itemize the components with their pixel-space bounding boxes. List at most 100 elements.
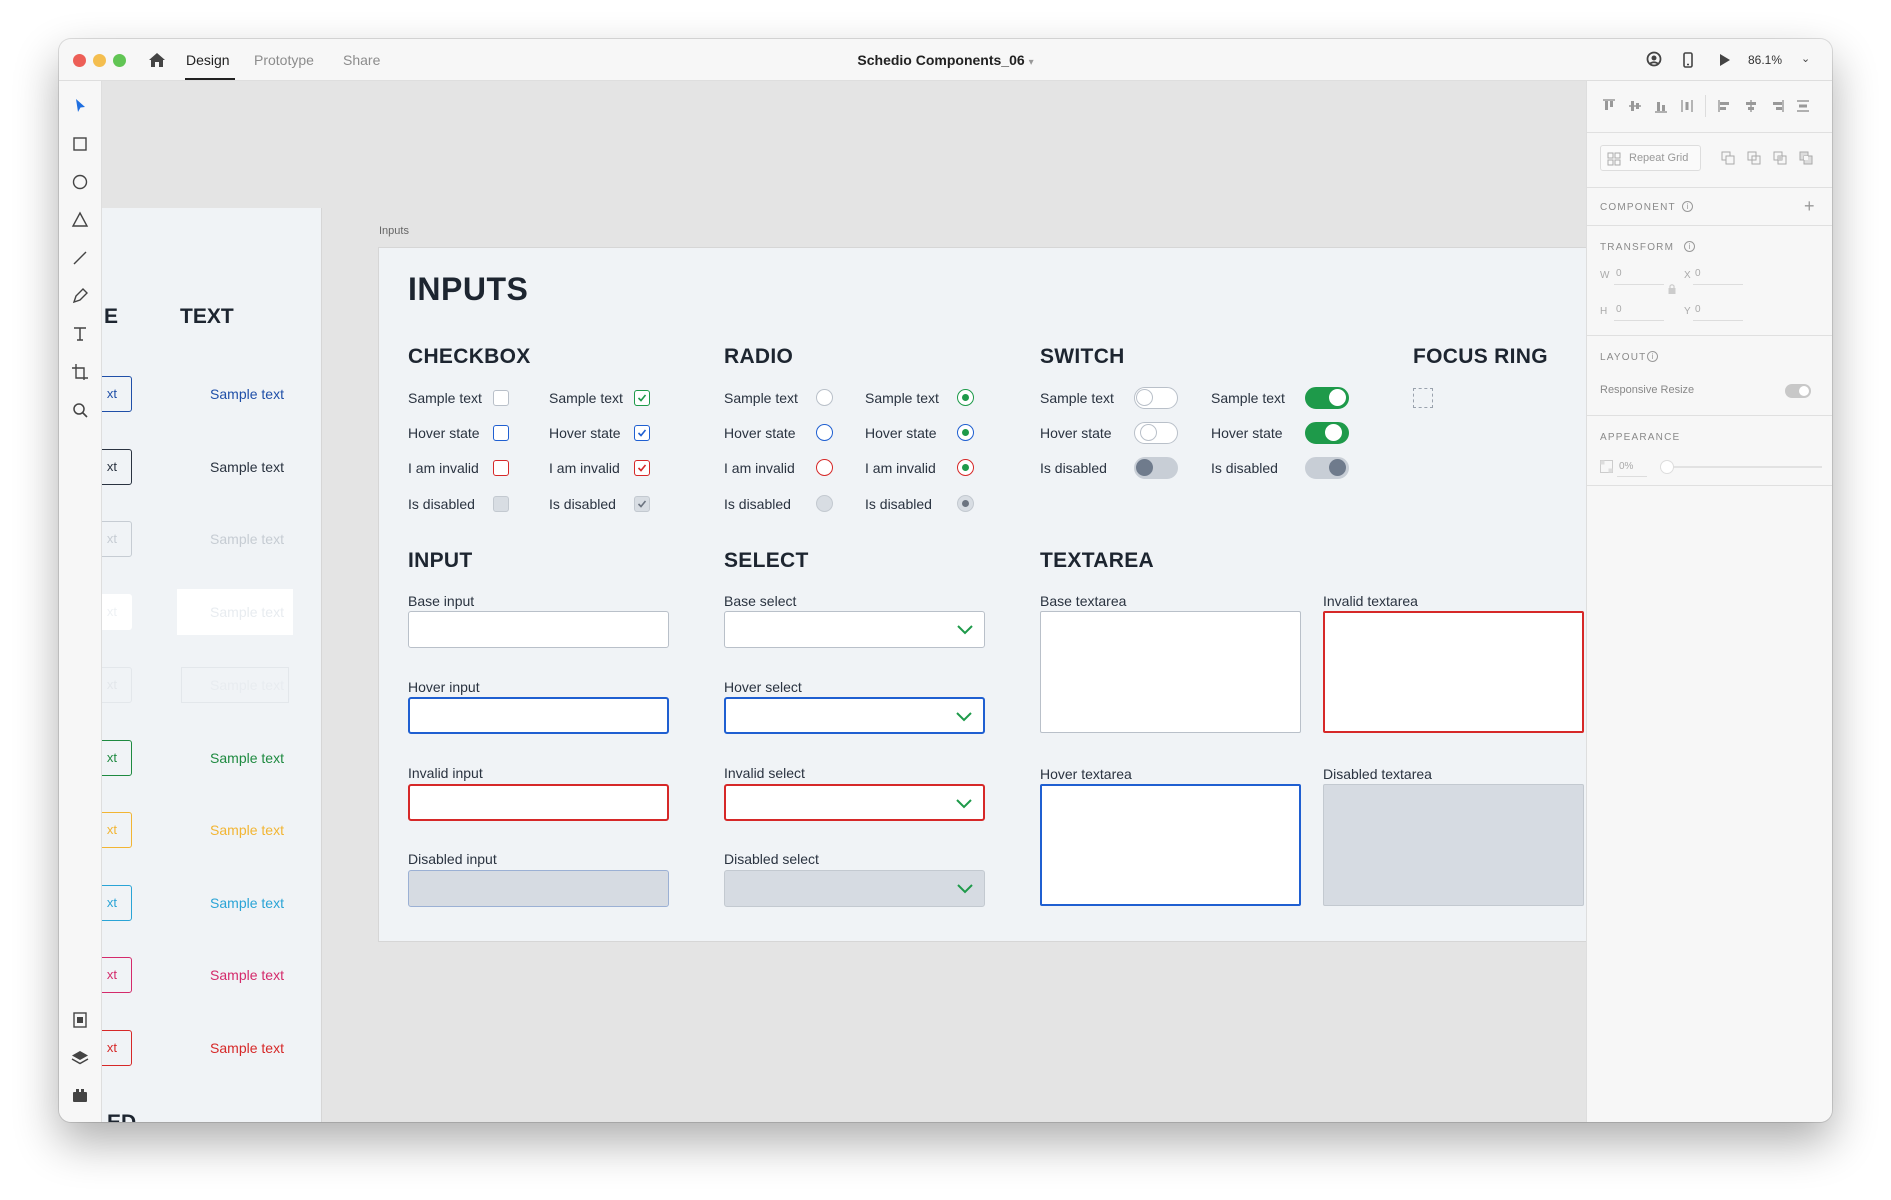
left-artboard-button: xt — [102, 594, 132, 630]
info-icon[interactable]: i — [1647, 351, 1658, 362]
radio-hover[interactable] — [816, 424, 833, 441]
component-section: COMPONENT i + — [1587, 188, 1832, 226]
y-value[interactable]: 0 — [1695, 304, 1701, 315]
component-title: COMPONENT — [1600, 202, 1676, 213]
opacity-value[interactable]: 0% — [1619, 461, 1633, 472]
radio-selected[interactable] — [957, 389, 974, 406]
boolean-add-icon[interactable] — [1720, 150, 1736, 166]
opacity-slider-track[interactable] — [1662, 466, 1822, 468]
y-field-underline — [1693, 320, 1743, 321]
align-top-icon[interactable] — [1601, 98, 1617, 114]
checkbox-checked-invalid[interactable] — [634, 460, 650, 476]
width-value[interactable]: 0 — [1616, 268, 1622, 279]
switch-off[interactable] — [1134, 387, 1178, 409]
plugins-icon[interactable] — [69, 1085, 91, 1107]
hover-input[interactable] — [408, 697, 669, 734]
checkbox-invalid[interactable] — [493, 460, 509, 476]
align-bottom-icon[interactable] — [1653, 98, 1669, 114]
assets-icon[interactable] — [69, 1009, 91, 1031]
device-preview-icon[interactable] — [1678, 50, 1698, 70]
ellipse-tool-icon[interactable] — [69, 171, 91, 193]
select-label: Disabled select — [724, 851, 819, 867]
hover-select[interactable] — [724, 697, 985, 734]
radio-label: Sample text — [865, 390, 939, 406]
user-icon[interactable] — [1644, 50, 1664, 70]
zoom-level[interactable]: 86.1% — [1748, 53, 1782, 67]
radio-selected-hover[interactable] — [957, 424, 974, 441]
align-left-icon[interactable] — [1717, 98, 1733, 114]
text-sample: Sample text — [210, 677, 284, 693]
height-value[interactable]: 0 — [1616, 304, 1622, 315]
inputs-artboard[interactable]: INPUTS CHECKBOX Sample text Hover state … — [378, 247, 1589, 942]
chevron-down-icon — [957, 625, 973, 635]
chevron-down-icon[interactable]: ⌄ — [1801, 52, 1810, 65]
switch-label: Sample text — [1040, 390, 1114, 406]
document-title[interactable]: Schedio Components_06 ▾ — [59, 52, 1832, 68]
left-artboard-button: xt — [102, 812, 132, 848]
radio-selected-disabled — [957, 495, 974, 512]
repeat-grid-section: Repeat Grid — [1587, 133, 1832, 188]
info-icon[interactable]: i — [1682, 201, 1693, 212]
tools-toolbar — [59, 81, 102, 1122]
align-middle-icon[interactable] — [1627, 98, 1643, 114]
checkbox-hover[interactable] — [493, 425, 509, 441]
boolean-subtract-icon[interactable] — [1746, 150, 1762, 166]
switch-on-hover[interactable] — [1305, 422, 1349, 444]
zoom-tool-icon[interactable] — [69, 399, 91, 421]
active-tab-indicator — [185, 78, 235, 80]
layers-icon[interactable] — [69, 1047, 91, 1069]
responsive-resize-toggle[interactable] — [1785, 384, 1811, 398]
select-label: Hover select — [724, 679, 802, 695]
disabled-select — [724, 870, 985, 907]
invalid-input[interactable] — [408, 784, 669, 821]
text-sample: Sample text — [210, 895, 284, 911]
textarea-label: Hover textarea — [1040, 766, 1132, 782]
distribute-horizontal-icon[interactable] — [1679, 98, 1695, 114]
hover-textarea[interactable] — [1040, 784, 1301, 906]
lock-aspect-icon[interactable] — [1667, 283, 1677, 295]
switch-on[interactable] — [1305, 387, 1349, 409]
repeat-grid-button[interactable]: Repeat Grid — [1600, 145, 1701, 171]
base-select[interactable] — [724, 611, 985, 648]
invalid-textarea[interactable] — [1323, 611, 1584, 733]
radio-invalid[interactable] — [816, 459, 833, 476]
boolean-intersect-icon[interactable] — [1772, 150, 1788, 166]
page-title: INPUTS — [408, 271, 529, 307]
opacity-slider-handle[interactable] — [1660, 460, 1674, 474]
checkbox-label: I am invalid — [408, 460, 479, 476]
radio-selected-invalid[interactable] — [957, 459, 974, 476]
checkbox-checked-hover[interactable] — [634, 425, 650, 441]
base-textarea[interactable] — [1040, 611, 1301, 733]
radio-label: I am invalid — [865, 460, 936, 476]
add-component-icon[interactable]: + — [1804, 196, 1815, 217]
align-center-icon[interactable] — [1743, 98, 1759, 114]
radio-label: Hover state — [865, 425, 937, 441]
play-icon[interactable] — [1714, 50, 1734, 70]
checkbox[interactable] — [493, 390, 509, 406]
text-tool-icon[interactable] — [69, 323, 91, 345]
line-tool-icon[interactable] — [69, 247, 91, 269]
checkbox-checked[interactable] — [634, 390, 650, 406]
triangle-tool-icon[interactable] — [69, 209, 91, 231]
textarea-label: Base textarea — [1040, 593, 1127, 609]
radio-label: I am invalid — [724, 460, 795, 476]
invalid-select[interactable] — [724, 784, 985, 821]
left-artboard[interactable]: E TEXT xt xt xt xt xt xt xt xt xt xt Sam… — [102, 208, 322, 1122]
design-canvas[interactable]: E TEXT xt xt xt xt xt xt xt xt xt xt Sam… — [102, 81, 1632, 1122]
rectangle-tool-icon[interactable] — [69, 133, 91, 155]
pen-tool-icon[interactable] — [69, 285, 91, 307]
artboard-label[interactable]: Inputs — [379, 225, 409, 237]
x-value[interactable]: 0 — [1695, 268, 1701, 279]
info-icon[interactable]: i — [1684, 241, 1695, 252]
text-sample: Sample text — [210, 531, 284, 547]
base-input[interactable] — [408, 611, 669, 648]
switch-off-hover[interactable] — [1134, 422, 1178, 444]
boolean-exclude-icon[interactable] — [1798, 150, 1814, 166]
distribute-vertical-icon[interactable] — [1795, 98, 1811, 114]
artboard-tool-icon[interactable] — [69, 361, 91, 383]
align-right-icon[interactable] — [1769, 98, 1785, 114]
checkbox-label: Is disabled — [549, 496, 616, 512]
select-tool-icon[interactable] — [69, 95, 91, 117]
focus-ring-sample[interactable] — [1413, 388, 1433, 408]
radio[interactable] — [816, 389, 833, 406]
